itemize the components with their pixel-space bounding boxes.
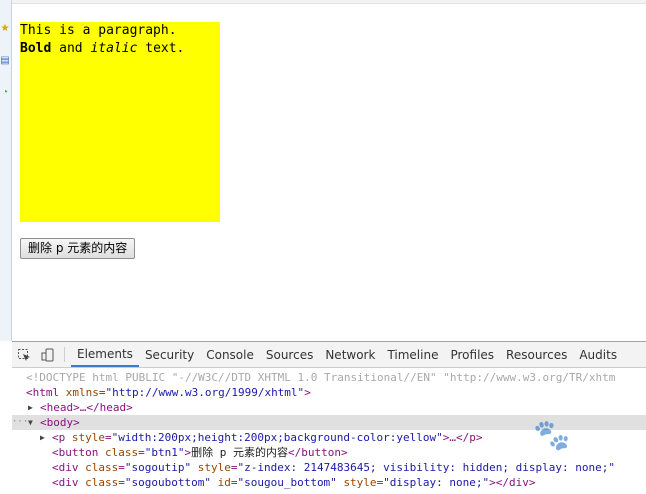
tab-security[interactable]: Security bbox=[139, 342, 200, 367]
toolbar-divider bbox=[64, 347, 65, 362]
div1-attr1-value: "sogoutip" bbox=[124, 461, 192, 474]
body-tag: <body> bbox=[40, 416, 80, 429]
watermark-logo: 🐾 bbox=[533, 418, 643, 462]
head-row[interactable]: ▶ <head>…</head> bbox=[12, 400, 646, 415]
tab-profiles[interactable]: Profiles bbox=[444, 342, 500, 367]
document-icon[interactable]: ▤ bbox=[0, 56, 10, 66]
paragraph-line-1: This is a paragraph. bbox=[20, 23, 177, 38]
button-attr-value: "btn1" bbox=[144, 446, 185, 459]
div2-attr1-name: class bbox=[85, 476, 119, 489]
html-row[interactable]: <html xmlns="http://www.w3.org/1999/xhtm… bbox=[12, 385, 646, 400]
div2-attr2-value: "sougou_bottom" bbox=[237, 476, 337, 489]
div2-rest: ></div> bbox=[489, 476, 536, 489]
expand-arrow-icon[interactable]: ▶ bbox=[40, 430, 45, 445]
div-sogoutip-row[interactable]: <div class="sogoutip" style="z-index: 21… bbox=[12, 460, 646, 475]
html-attr-value: "http://www.w3.org/1999/xhtml" bbox=[105, 386, 305, 399]
head-collapsed: <head>…</head> bbox=[40, 401, 133, 414]
button-tag: button bbox=[58, 446, 99, 459]
tab-sources[interactable]: Sources bbox=[260, 342, 319, 367]
collapse-arrow-icon[interactable]: ▼ bbox=[28, 415, 33, 430]
p-rest: >…</p> bbox=[442, 431, 483, 444]
button-close-tag: </button> bbox=[288, 446, 348, 459]
p-attr-value: "width:200px;height:200px;background-col… bbox=[111, 431, 443, 444]
div2-attr2-name: id bbox=[217, 476, 231, 489]
bold-text: Bold bbox=[20, 41, 52, 56]
html-tag: html bbox=[32, 386, 60, 399]
div2-attr1-value: "sogoubottom" bbox=[124, 476, 211, 489]
text-suffix: text. bbox=[137, 41, 185, 56]
italic-text: italic bbox=[90, 41, 138, 56]
doctype-row[interactable]: <!DOCTYPE html PUBLIC "-//W3C//DTD XHTML… bbox=[12, 370, 646, 385]
devtools-toolbar: Elements Security Console Sources Networ… bbox=[12, 342, 646, 368]
expand-arrow-icon[interactable]: ▶ bbox=[28, 400, 33, 415]
inspect-element-icon[interactable] bbox=[12, 342, 36, 367]
div1-tag: div bbox=[58, 461, 79, 474]
p-attr-name: style bbox=[71, 431, 105, 444]
tab-elements[interactable]: Elements bbox=[71, 342, 139, 367]
tab-network[interactable]: Network bbox=[319, 342, 381, 367]
div1-attr2-name: style bbox=[197, 461, 231, 474]
viewport-top-border bbox=[12, 0, 646, 4]
and-text: and bbox=[51, 41, 91, 56]
browser-sidebar: ★ ▤ ◔ bbox=[0, 0, 12, 341]
div1-attr1-name: class bbox=[85, 461, 119, 474]
div2-tag: div bbox=[58, 476, 79, 489]
delete-paragraph-content-button[interactable]: 删除 p 元素的内容 bbox=[20, 238, 136, 259]
paragraph-line-2: Bold and italic text. bbox=[20, 40, 220, 58]
tab-audits[interactable]: Audits bbox=[573, 342, 623, 367]
div2-attr3-value: "display: none;" bbox=[383, 476, 490, 489]
refresh-icon[interactable]: ◔ bbox=[0, 88, 10, 98]
doctype-text: <!DOCTYPE html PUBLIC "-//W3C//DTD XHTML… bbox=[26, 371, 616, 384]
tab-console[interactable]: Console bbox=[200, 342, 260, 367]
p-tag: p bbox=[58, 431, 66, 444]
more-icon[interactable]: ··· bbox=[12, 415, 28, 430]
div1-attr2-value: "z-index: 2147483645; visibility: hidden… bbox=[237, 461, 615, 474]
yellow-paragraph: This is a paragraph. Bold and italic tex… bbox=[20, 22, 220, 222]
tab-resources[interactable]: Resources bbox=[500, 342, 573, 367]
div-sogoubottom-row[interactable]: <div class="sogoubottom" id="sougou_bott… bbox=[12, 475, 646, 490]
tab-timeline[interactable]: Timeline bbox=[381, 342, 444, 367]
star-icon[interactable]: ★ bbox=[0, 24, 10, 34]
button-text-node: 删除 p 元素的内容 bbox=[191, 446, 288, 459]
device-mode-icon[interactable] bbox=[36, 342, 60, 367]
html-attr-name: xmlns bbox=[65, 386, 99, 399]
paw-icon: 🐾 bbox=[533, 418, 571, 453]
div2-attr3-name: style bbox=[343, 476, 377, 489]
button-attr-name: class bbox=[105, 446, 139, 459]
